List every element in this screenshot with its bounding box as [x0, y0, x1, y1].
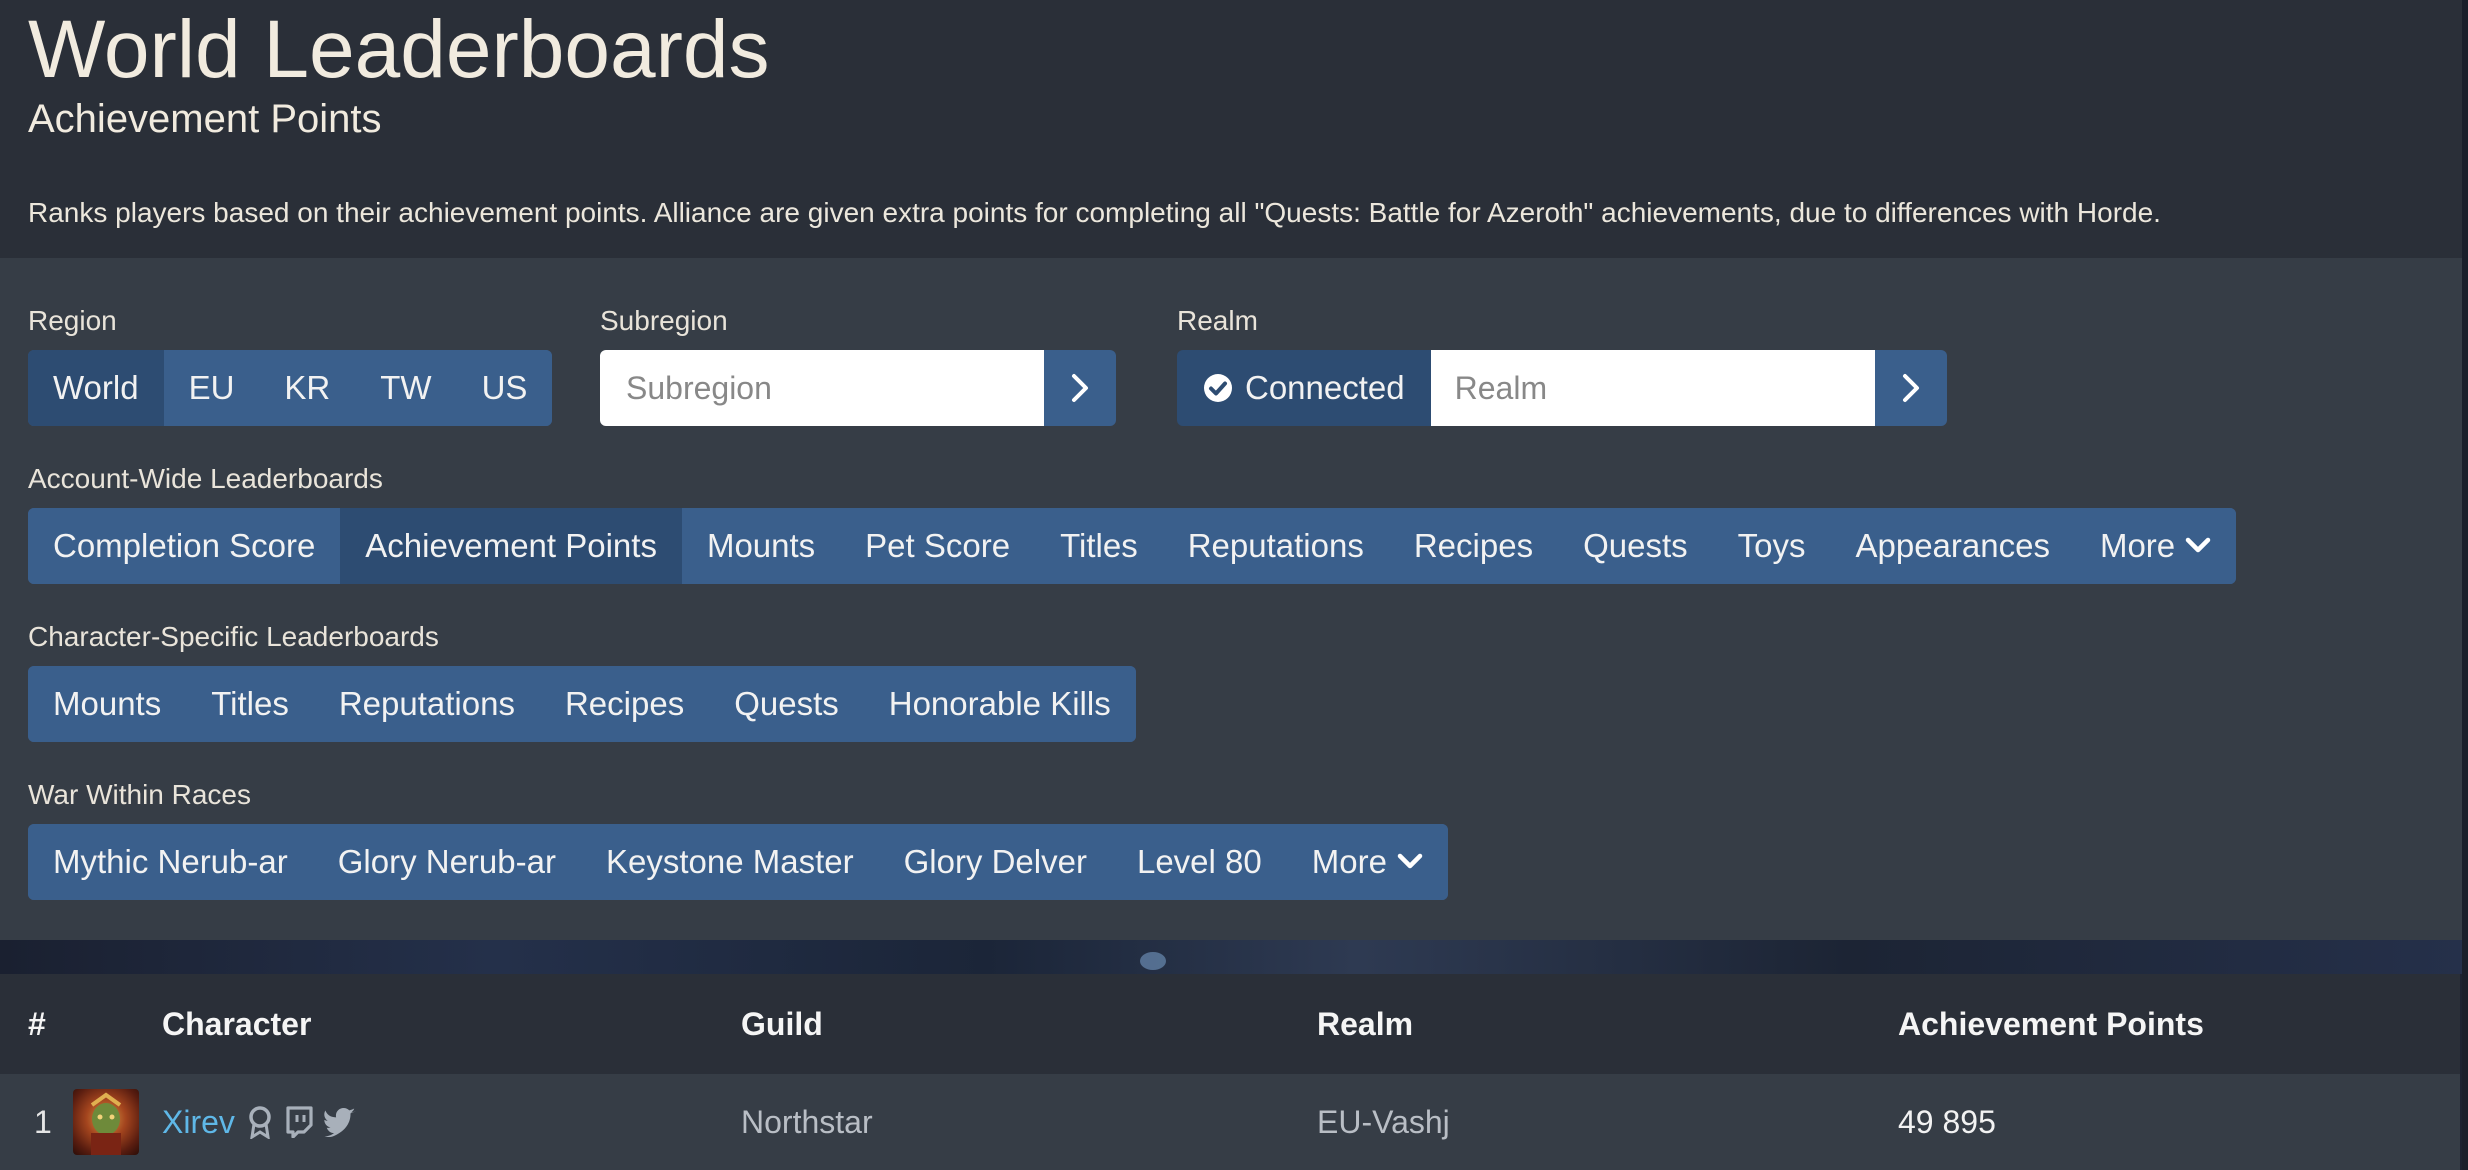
- page-subtitle: Achievement Points: [28, 97, 382, 141]
- region-eu-button[interactable]: EU: [163, 350, 260, 426]
- row-rank: 1: [34, 1104, 52, 1140]
- chevron-right-icon: [1902, 374, 1919, 402]
- character-avatar[interactable]: [73, 1089, 139, 1155]
- account-wide-label: Account-Wide Leaderboards: [28, 463, 383, 494]
- column-rank[interactable]: #: [28, 1006, 46, 1042]
- race-tab-level-80[interactable]: Level 80: [1111, 824, 1287, 900]
- column-achievement-points[interactable]: Achievement Points: [1898, 1006, 2204, 1042]
- row-realm[interactable]: EU-Vashj: [1317, 1104, 1450, 1140]
- tab-quests[interactable]: Quests: [1558, 508, 1713, 584]
- realm-label: Realm: [1177, 305, 1258, 336]
- realm-go-button[interactable]: [1874, 350, 1947, 426]
- column-realm[interactable]: Realm: [1317, 1006, 1413, 1042]
- race-tab-glory-nerub-ar[interactable]: Glory Nerub-ar: [312, 824, 581, 900]
- twitch-icon[interactable]: [284, 1106, 314, 1138]
- subregion-input[interactable]: [600, 350, 1044, 426]
- account-wide-tabs: Completion Score Achievement Points Moun…: [28, 508, 2237, 584]
- char-tab-reputations[interactable]: Reputations: [313, 666, 540, 742]
- region-kr-button[interactable]: KR: [259, 350, 356, 426]
- region-button-group: World EU KR TW US: [28, 350, 553, 426]
- tab-pet-score[interactable]: Pet Score: [840, 508, 1036, 584]
- tab-recipes[interactable]: Recipes: [1388, 508, 1559, 584]
- region-tw-button[interactable]: TW: [355, 350, 457, 426]
- race-tab-mythic-nerub-ar[interactable]: Mythic Nerub-ar: [28, 824, 313, 900]
- background-glow: [1140, 952, 1166, 970]
- more-label: More: [1311, 843, 1387, 880]
- chevron-down-icon: [2185, 537, 2211, 553]
- subregion-label: Subregion: [600, 305, 728, 336]
- tab-completion-score[interactable]: Completion Score: [28, 508, 341, 584]
- page-title: World Leaderboards: [28, 4, 770, 95]
- char-tab-recipes[interactable]: Recipes: [539, 666, 710, 742]
- more-label: More: [2099, 527, 2176, 564]
- char-tab-quests[interactable]: Quests: [709, 666, 864, 742]
- race-tab-glory-delver[interactable]: Glory Delver: [878, 824, 1112, 900]
- twitter-icon[interactable]: [324, 1107, 358, 1137]
- character-social-icons: [246, 1105, 358, 1139]
- realm-input[interactable]: [1430, 350, 1875, 426]
- page-description: Ranks players based on their achievement…: [28, 197, 2161, 228]
- chevron-right-icon: [1072, 374, 1088, 402]
- chevron-down-icon: [1397, 853, 1423, 869]
- account-wide-more-button[interactable]: More: [2074, 508, 2237, 584]
- char-tab-honorable-kills[interactable]: Honorable Kills: [863, 666, 1136, 742]
- tab-appearances[interactable]: Appearances: [1830, 508, 2075, 584]
- subregion-input-group: [600, 350, 1116, 426]
- char-tab-titles[interactable]: Titles: [186, 666, 314, 742]
- award-icon[interactable]: [246, 1105, 274, 1139]
- region-world-button[interactable]: World: [28, 350, 164, 426]
- row-achievement-points: 49 895: [1898, 1104, 1996, 1140]
- connected-label: Connected: [1245, 369, 1405, 406]
- column-guild[interactable]: Guild: [741, 1006, 823, 1042]
- row-guild[interactable]: Northstar: [741, 1104, 873, 1140]
- column-character[interactable]: Character: [162, 1006, 311, 1042]
- subregion-go-button[interactable]: [1044, 350, 1116, 426]
- region-label: Region: [28, 305, 117, 336]
- race-tab-keystone-master[interactable]: Keystone Master: [580, 824, 879, 900]
- region-us-button[interactable]: US: [456, 350, 553, 426]
- connected-toggle-button[interactable]: Connected: [1177, 350, 1431, 426]
- table-row: [0, 1074, 2460, 1170]
- background-artwork: [0, 940, 2468, 974]
- war-within-more-button[interactable]: More: [1286, 824, 1448, 900]
- char-tab-mounts[interactable]: Mounts: [28, 666, 187, 742]
- tab-toys[interactable]: Toys: [1712, 508, 1831, 584]
- tab-reputations[interactable]: Reputations: [1162, 508, 1389, 584]
- window-edge: [2462, 0, 2468, 1170]
- tab-titles[interactable]: Titles: [1035, 508, 1163, 584]
- war-within-tabs: Mythic Nerub-ar Glory Nerub-ar Keystone …: [28, 824, 1448, 900]
- character-specific-label: Character-Specific Leaderboards: [28, 621, 439, 652]
- check-circle-icon: [1204, 374, 1232, 402]
- war-within-label: War Within Races: [28, 779, 252, 810]
- tab-achievement-points[interactable]: Achievement Points: [340, 508, 682, 584]
- character-name-link[interactable]: Xirev: [162, 1104, 235, 1140]
- tab-mounts[interactable]: Mounts: [681, 508, 841, 584]
- realm-input-group: Connected: [1177, 350, 1947, 426]
- avatar-portrait-icon: [90, 1092, 122, 1155]
- character-specific-tabs: Mounts Titles Reputations Recipes Quests…: [28, 666, 1136, 742]
